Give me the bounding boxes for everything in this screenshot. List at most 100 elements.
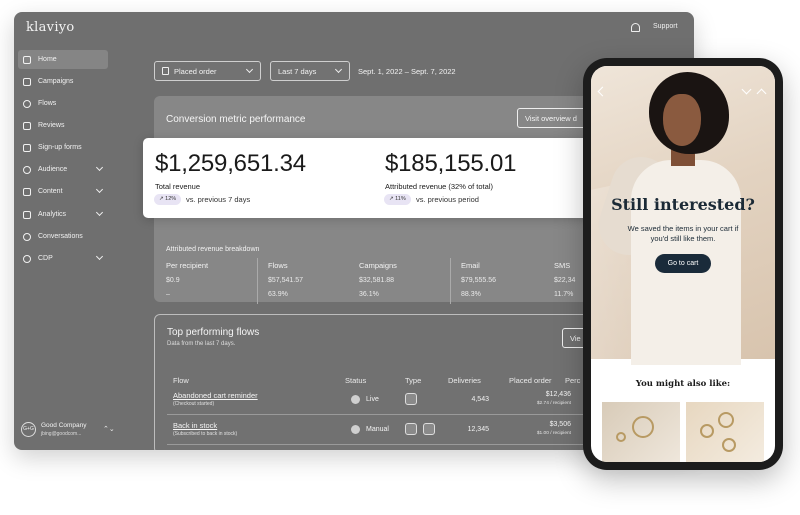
period-dropdown[interactable]: Last 7 days xyxy=(270,61,350,81)
sms-icon xyxy=(423,423,435,435)
chevron-updown-icon[interactable]: ⌃⌄ xyxy=(103,425,115,433)
chevron-down-icon xyxy=(95,252,104,261)
sidebar-item-label: Conversations xyxy=(38,233,83,240)
status-badge: Manual xyxy=(366,426,389,433)
face-shape xyxy=(663,94,701,146)
bag-icon xyxy=(162,67,169,75)
product-image-earrings[interactable] xyxy=(602,402,680,462)
breakdown-label: Email xyxy=(461,261,480,270)
column-header-placed-order: Placed order xyxy=(509,376,552,385)
metric-dropdown[interactable]: Placed order xyxy=(154,61,261,81)
breakdown-email: Email $79,555.56 88.3% xyxy=(461,258,551,298)
sidebar-item-audience[interactable]: Audience xyxy=(18,160,108,179)
klaviyo-logo[interactable]: klaviyo xyxy=(26,20,75,35)
column-header-percent: Perc xyxy=(565,376,581,385)
deliveries-value: 12,345 xyxy=(467,426,489,433)
breakdown-label: Flows xyxy=(268,261,288,270)
sidebar-item-flows[interactable]: Flows xyxy=(18,94,108,113)
breakdown-campaigns: Campaigns $32,581.88 36.1% xyxy=(359,258,449,298)
sidebar-item-label: Campaigns xyxy=(38,78,74,85)
flows-icon xyxy=(23,99,31,108)
chevron-down-icon[interactable] xyxy=(741,84,752,95)
placed-order-value: $3,506 xyxy=(549,421,571,428)
total-change-badge: ↗ 12% xyxy=(154,194,182,205)
form-icon xyxy=(23,143,31,152)
sidebar-item-campaigns[interactable]: Campaigns xyxy=(18,72,108,91)
sidebar-item-label: Audience xyxy=(38,166,68,173)
total-revenue-label: Total revenue xyxy=(155,182,201,191)
sidebar-item-reviews[interactable]: Reviews xyxy=(18,116,108,135)
flow-name-link[interactable]: Abandoned cart reminder xyxy=(173,391,258,400)
people-icon xyxy=(23,165,31,174)
breakdown-share: 63.9% xyxy=(268,291,288,298)
chevron-up-icon[interactable] xyxy=(756,88,767,99)
attributed-comparison: vs. previous period xyxy=(416,195,479,204)
send-icon xyxy=(23,77,31,86)
sidebar-item-analytics[interactable]: Analytics xyxy=(18,205,108,224)
recommendations-title: You might also like: xyxy=(635,379,731,389)
ring-shape xyxy=(722,438,736,452)
email-icon xyxy=(405,393,417,405)
phone-screen: Still interested? We saved the items in … xyxy=(591,66,775,462)
phone-mockup: Still interested? We saved the items in … xyxy=(583,58,783,470)
breakdown-title: Attributed revenue breakdown xyxy=(166,246,260,253)
period-dropdown-value: Last 7 days xyxy=(278,66,317,76)
breakdown-label: Per recipient xyxy=(166,261,209,270)
account-email: jbing@goodcom... xyxy=(41,431,82,437)
home-icon xyxy=(23,55,31,64)
top-flows-title: Top performing flows xyxy=(167,327,260,338)
account-switcher[interactable]: G+G Good Company jbing@goodcom... ⌃⌄ xyxy=(21,418,116,442)
sidebar-item-label: Reviews xyxy=(38,122,65,129)
flow-trigger: (Subscribed to back in stock) xyxy=(173,431,238,437)
product-image-rings[interactable] xyxy=(686,402,764,462)
sidebar-item-label: Sign-up forms xyxy=(38,144,82,151)
chart-icon xyxy=(23,210,31,219)
column-header-deliveries: Deliveries xyxy=(448,376,481,385)
column-header-status: Status xyxy=(345,376,367,385)
chevron-left-icon[interactable] xyxy=(597,86,608,97)
attributed-revenue-label: Attributed revenue (32% of total) xyxy=(385,182,493,191)
flow-name-link[interactable]: Back in stock xyxy=(173,421,217,430)
deliveries-value: 4,543 xyxy=(471,396,489,403)
top-flows-panel: Top performing flows Data from the last … xyxy=(154,314,598,450)
status-badge: Live xyxy=(366,396,379,403)
cloud-icon xyxy=(23,254,31,263)
revenue-card: $1,259,651.34 Total revenue ↗ 12% vs. pr… xyxy=(143,138,597,218)
table-row[interactable]: Back in stock (Subscribed to back in sto… xyxy=(167,417,587,445)
sidebar-item-label: CDP xyxy=(38,255,53,262)
support-link[interactable]: Support xyxy=(653,23,678,30)
sidebar-item-conversations[interactable]: Conversations xyxy=(18,227,108,246)
breakdown-value: $79,555.56 xyxy=(461,277,497,284)
total-revenue-value: $1,259,651.34 xyxy=(155,150,306,177)
sidebar-item-label: Content xyxy=(38,188,63,195)
breakdown-share: 88.3% xyxy=(461,291,481,298)
placed-order-value: $12,436 xyxy=(545,391,571,398)
sidebar: Home Campaigns Flows Reviews Sign-up for… xyxy=(14,48,114,448)
total-comparison: vs. previous 7 days xyxy=(186,195,251,204)
bell-icon[interactable] xyxy=(631,23,640,32)
divider xyxy=(450,258,451,304)
sidebar-item-cdp[interactable]: CDP xyxy=(18,249,108,268)
per-recipient-value: $1.00 / recipient xyxy=(536,431,571,436)
sidebar-item-content[interactable]: Content xyxy=(18,182,108,201)
breakdown-value: $57,541.57 xyxy=(268,277,304,284)
chevron-down-icon xyxy=(245,65,254,74)
top-bar: klaviyo Support xyxy=(14,12,694,44)
chevron-down-icon xyxy=(334,65,343,74)
chat-icon xyxy=(23,232,31,241)
breakdown-share: 36.1% xyxy=(359,291,379,298)
flow-trigger: (Checkout started) xyxy=(173,401,215,407)
attributed-revenue-value: $185,155.01 xyxy=(385,150,517,177)
chevron-down-icon xyxy=(95,163,104,172)
avatar: G+G xyxy=(21,422,36,437)
status-dot xyxy=(351,395,360,404)
sidebar-item-label: Analytics xyxy=(38,211,67,218)
sidebar-item-signup-forms[interactable]: Sign-up forms xyxy=(18,138,108,157)
stage: klaviyo Support Home Campaigns Flows Rev… xyxy=(0,0,800,515)
table-row[interactable]: Abandoned cart reminder (Checkout starte… xyxy=(167,387,587,415)
chevron-down-icon xyxy=(95,208,104,217)
sidebar-item-home[interactable]: Home xyxy=(18,50,108,69)
email-subline: We saved the items in your cart if you'd… xyxy=(627,224,739,243)
status-dot xyxy=(351,425,360,434)
go-to-cart-button[interactable]: Go to cart xyxy=(655,254,711,273)
